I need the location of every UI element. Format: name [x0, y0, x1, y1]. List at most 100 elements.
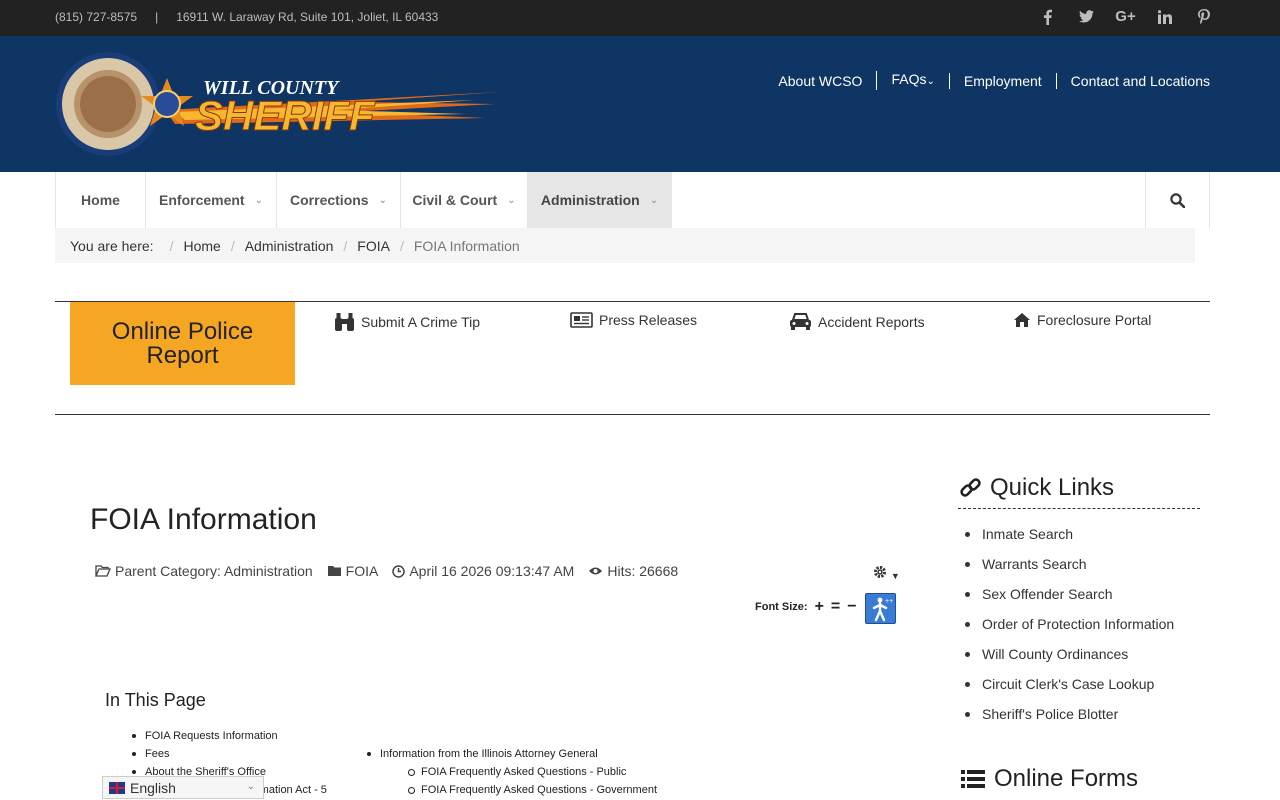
quick-links-list: Inmate Search Warrants Search Sex Offend… [964, 519, 1174, 729]
quick-link[interactable]: Inmate Search [982, 526, 1073, 542]
breadcrumb-foia[interactable]: FOIA [357, 238, 390, 254]
contact-info: (815) 727-8575 | 16911 W. Laraway Rd, Su… [55, 10, 438, 24]
accident-reports-label: Accident Reports [818, 313, 925, 330]
nav-administration-label: Administration [540, 192, 640, 208]
quick-link-item[interactable]: Inmate Search [964, 519, 1174, 549]
pinterest-icon[interactable] [1195, 8, 1212, 25]
linkedin-icon[interactable] [1156, 8, 1173, 25]
quick-link-item[interactable]: Will County Ordinances [964, 639, 1174, 669]
gear-icon [874, 566, 886, 578]
quick-link-item[interactable]: Sheriff's Police Blotter [964, 699, 1174, 729]
press-releases-label: Press Releases [599, 312, 698, 328]
chevron-down-icon: ⌄ [649, 194, 659, 206]
toc-link[interactable]: Fees [145, 748, 169, 760]
chevron-down-icon: ⌄ [254, 194, 263, 206]
toc-link[interactable]: rmation Act - 5 [256, 784, 327, 796]
quick-link-item[interactable]: Sex Offender Search [964, 579, 1174, 609]
site-header: WILL COUNTY SHERIFF About WCSO FAQs⌄ Emp… [0, 36, 1280, 172]
facebook-icon[interactable] [1039, 8, 1056, 25]
quick-link[interactable]: Will County Ordinances [982, 646, 1128, 662]
in-this-page-heading: In This Page [105, 690, 206, 710]
nav-enforcement[interactable]: Enforcement ⌄ [146, 172, 277, 228]
submit-crime-tip-link[interactable]: Submit A Crime Tip [334, 312, 480, 332]
toc-link[interactable]: FOIA Requests Information [145, 730, 278, 742]
font-increase-button[interactable]: + [815, 598, 824, 616]
quick-link[interactable]: Warrants Search [982, 556, 1087, 572]
toc-item[interactable]: FOIA Requests Information [132, 727, 327, 745]
press-releases-link[interactable]: Press Releases [570, 312, 697, 328]
nav-corrections[interactable]: Corrections ⌄ [277, 172, 401, 228]
toc-subitem[interactable]: FOIA Frequently Asked Questions - Govern… [408, 781, 657, 799]
top-bar: (815) 727-8575 | 16911 W. Laraway Rd, Su… [0, 0, 1280, 36]
nav-administration[interactable]: Administration ⌄ [528, 172, 672, 228]
header-nav: About WCSO FAQs⌄ Employment Contact and … [764, 71, 1210, 90]
breadcrumb-home[interactable]: Home [183, 238, 220, 254]
font-reset-button[interactable]: = [831, 598, 840, 616]
quick-link[interactable]: Circuit Clerk's Case Lookup [982, 676, 1154, 692]
accessibility-button[interactable]: ++ [865, 593, 896, 624]
date-text: April 16 2026 09:13:47 AM [409, 563, 575, 579]
quick-links-title: Quick Links [990, 473, 1115, 501]
toc-link[interactable]: FOIA Frequently Asked Questions - Public [421, 766, 626, 778]
nav-enforcement-label: Enforcement [159, 192, 245, 208]
quick-link[interactable]: Order of Protection Information [982, 616, 1174, 632]
breadcrumb-separator: / [399, 237, 404, 254]
page-title: FOIA Information [90, 503, 317, 536]
nav-civil-court[interactable]: Civil & Court ⌄ [401, 172, 528, 228]
toc-item[interactable]: Information from the Illinois Attorney G… [367, 745, 657, 763]
nav-civil-court-label: Civil & Court [412, 192, 498, 208]
breadcrumb-separator: / [343, 237, 348, 254]
folder-open-icon [95, 565, 111, 577]
quick-link-item[interactable]: Circuit Clerk's Case Lookup [964, 669, 1174, 699]
meta-parent-category: Parent Category: Administration [95, 563, 313, 579]
google-plus-icon[interactable]: G+ [1115, 8, 1135, 25]
home-icon [1014, 313, 1030, 327]
search-button[interactable] [1145, 172, 1209, 228]
toc-item[interactable]: Fees [132, 745, 327, 763]
nav-about-wcso[interactable]: About WCSO [764, 73, 876, 89]
breadcrumb-current: FOIA Information [413, 237, 520, 254]
quick-link-item[interactable]: Warrants Search [964, 549, 1174, 579]
parent-category-link[interactable]: Parent Category: Administration [115, 563, 313, 579]
caret-down-icon: ▼ [890, 571, 900, 581]
quick-link[interactable]: Sex Offender Search [982, 586, 1112, 602]
nav-faqs-label: FAQs [891, 71, 927, 87]
chevron-down-icon: ⌄ [507, 194, 516, 206]
accident-reports-link[interactable]: Accident Reports [789, 312, 925, 331]
nav-contact-locations[interactable]: Contact and Locations [1055, 72, 1210, 89]
toc-link[interactable]: FOIA Frequently Asked Questions - Govern… [421, 784, 657, 796]
clock-icon [392, 564, 406, 578]
meta-hits: Hits: 26668 [588, 563, 678, 579]
nav-corrections-label: Corrections [290, 192, 369, 208]
meta-date: April 16 2026 09:13:47 AM [392, 563, 574, 579]
quick-link[interactable]: Sheriff's Police Blotter [982, 706, 1118, 722]
foreclosure-portal-label: Foreclosure Portal [1037, 312, 1152, 328]
nav-faqs[interactable]: FAQs⌄ [876, 71, 948, 90]
toc-link[interactable]: Information from the Illinois Attorney G… [380, 748, 598, 760]
logo-line2: SHERIFF [195, 92, 376, 139]
svg-text:++: ++ [885, 598, 893, 605]
quick-link-item[interactable]: Order of Protection Information [964, 609, 1174, 639]
breadcrumb-administration[interactable]: Administration [245, 238, 334, 254]
breadcrumb-prefix: You are here: [70, 237, 154, 254]
sheriff-logo[interactable]: WILL COUNTY SHERIFF [55, 52, 505, 158]
nav-home[interactable]: Home [56, 172, 146, 228]
category-link[interactable]: FOIA [346, 563, 379, 579]
foreclosure-portal-link[interactable]: Foreclosure Portal [1013, 312, 1151, 328]
list-icon [961, 770, 985, 788]
language-selector[interactable]: English ⌄ [102, 776, 264, 799]
chevron-down-icon: ⌄ [246, 781, 255, 792]
font-decrease-button[interactable]: − [847, 598, 856, 616]
phone-number[interactable]: (815) 727-8575 [55, 10, 137, 24]
uk-flag-icon [109, 781, 125, 794]
online-police-report-button[interactable]: Online Police Report [70, 302, 295, 385]
toc-subitem[interactable]: FOIA Frequently Asked Questions - Public [408, 763, 657, 781]
quick-actions-strip: Online Police Report Submit A Crime Tip … [55, 301, 1210, 415]
twitter-icon[interactable] [1078, 8, 1095, 25]
nav-employment[interactable]: Employment [948, 72, 1056, 89]
binoculars-icon [335, 313, 354, 331]
breadcrumb-separator: / [230, 237, 235, 254]
article-tools-button[interactable]: ▼ [873, 565, 900, 582]
submit-crime-tip-label: Submit A Crime Tip [361, 314, 481, 330]
contact-separator: | [155, 10, 159, 24]
